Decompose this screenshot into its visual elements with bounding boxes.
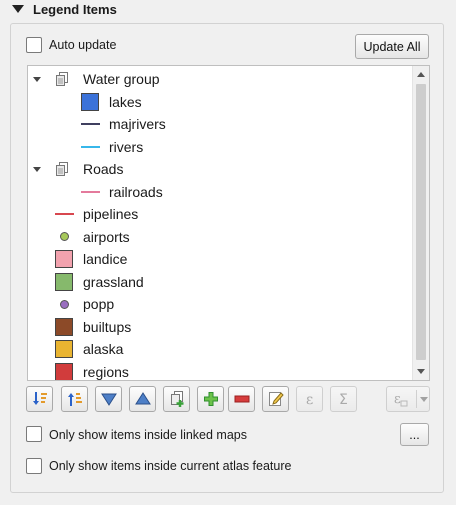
legend-item-row[interactable]: airports — [28, 226, 408, 248]
scroll-thumb[interactable] — [416, 84, 426, 360]
line-symbol — [54, 205, 74, 223]
line-swatch — [54, 213, 74, 215]
legend-item-label: lakes — [109, 93, 142, 110]
sum-button[interactable]: Σ — [330, 386, 357, 412]
atlas-feature-checkbox[interactable] — [26, 458, 42, 474]
legend-item-row[interactable]: rivers — [28, 136, 408, 158]
fill-swatch — [55, 340, 73, 358]
move-down-icon — [100, 390, 118, 408]
scroll-down-icon[interactable] — [417, 369, 425, 374]
move-up-button[interactable] — [129, 386, 156, 412]
legend-item-label: majrivers — [109, 116, 166, 132]
expression-button[interactable]: ε — [296, 386, 323, 412]
legend-item-label: regions — [83, 363, 129, 380]
legend-group-label: Roads — [83, 161, 124, 177]
dropdown-arrow-icon[interactable] — [420, 397, 428, 402]
legend-items-header[interactable]: Legend Items — [0, 0, 456, 18]
line-swatch — [80, 123, 100, 125]
sort-ascending-button[interactable] — [61, 386, 88, 412]
line-symbol — [80, 183, 100, 201]
atlas-feature-label: Only show items inside current atlas fea… — [49, 459, 292, 473]
fill-swatch — [55, 362, 73, 380]
fill-symbol — [54, 250, 74, 268]
point-swatch — [59, 299, 69, 309]
auto-update-label: Auto update — [49, 38, 117, 52]
legend-item-label: builtups — [83, 318, 132, 335]
line-symbol — [80, 138, 100, 156]
legend-item-label: alaska — [83, 341, 124, 357]
legend-item-label: airports — [83, 228, 130, 245]
legend-item-label: rivers — [109, 138, 144, 155]
update-all-button[interactable]: Update All — [355, 34, 429, 59]
sum-icon: Σ — [335, 390, 353, 408]
linked-maps-options-button[interactable]: ... — [400, 423, 429, 446]
add-group-button[interactable] — [163, 386, 190, 412]
legend-item-row[interactable]: majrivers — [28, 113, 408, 135]
split-divider — [416, 390, 417, 408]
legend-item-row[interactable]: regions — [28, 361, 408, 380]
fill-symbol — [54, 317, 74, 336]
legend-item-row[interactable]: popp — [28, 293, 408, 315]
add-item-icon — [202, 390, 220, 408]
group-layers-icon — [55, 71, 71, 87]
legend-item-label: pipelines — [83, 206, 139, 222]
expression-filter-button[interactable]: ε — [386, 386, 430, 412]
expand-arrow-icon[interactable] — [33, 77, 41, 82]
fill-swatch — [81, 92, 99, 111]
legend-item-row[interactable]: pipelines — [28, 203, 408, 225]
legend-item-label: landice — [83, 251, 128, 267]
section-title: Legend Items — [33, 1, 117, 17]
legend-item-row[interactable]: lakes — [28, 91, 408, 113]
line-swatch — [80, 145, 100, 148]
legend-item-row[interactable]: alaska — [28, 338, 408, 360]
add-group-icon — [168, 390, 186, 408]
legend-item-label: grassland — [83, 273, 144, 290]
tree-scrollbar[interactable] — [412, 66, 429, 380]
line-swatch — [80, 190, 100, 193]
legend-group-row[interactable]: Water group — [28, 68, 408, 90]
remove-item-icon — [233, 390, 251, 408]
fill-swatch — [55, 272, 73, 291]
move-down-button[interactable] — [95, 386, 122, 412]
line-symbol — [80, 115, 100, 133]
svg-text:ε: ε — [306, 392, 313, 408]
move-up-icon — [134, 390, 152, 408]
legend-item-row[interactable]: railroads — [28, 181, 408, 203]
group-layers-icon — [55, 161, 71, 177]
remove-item-button[interactable] — [228, 386, 255, 412]
collapse-triangle-icon[interactable] — [12, 5, 24, 13]
legend-item-row[interactable]: builtups — [28, 316, 408, 338]
fill-symbol — [54, 340, 74, 358]
edit-item-icon — [267, 390, 285, 408]
auto-update-checkbox[interactable] — [26, 37, 42, 53]
legend-item-row[interactable]: grassland — [28, 271, 408, 293]
expression-filter-icon: ε — [391, 390, 409, 408]
expression-icon: ε — [301, 390, 319, 408]
sort-descending-button[interactable] — [26, 386, 53, 412]
point-symbol — [54, 295, 74, 313]
linked-maps-checkbox[interactable] — [26, 426, 42, 442]
point-swatch — [59, 232, 69, 241]
legend-group-row[interactable]: Roads — [28, 158, 408, 180]
sort-descending-icon — [31, 390, 49, 408]
legend-group-label: Water group — [83, 71, 160, 87]
edit-item-button[interactable] — [262, 386, 289, 412]
legend-item-label: railroads — [109, 183, 163, 200]
scroll-up-icon[interactable] — [417, 72, 425, 77]
legend-item-label: popp — [83, 296, 115, 312]
svg-text:Σ: Σ — [339, 392, 348, 408]
fill-swatch — [55, 250, 73, 268]
fill-symbol — [80, 92, 100, 111]
fill-symbol — [54, 272, 74, 291]
legend-item-row[interactable]: landice — [28, 248, 408, 270]
legend-tree[interactable]: Water group lakes majrivers rivers Roads rail… — [27, 65, 430, 381]
fill-swatch — [55, 317, 73, 336]
point-symbol — [54, 228, 74, 246]
linked-maps-label: Only show items inside linked maps — [49, 428, 247, 442]
sort-ascending-icon — [66, 390, 84, 408]
add-item-button[interactable] — [197, 386, 224, 412]
svg-text:ε: ε — [394, 392, 401, 407]
fill-symbol — [54, 362, 74, 380]
expand-arrow-icon[interactable] — [33, 167, 41, 172]
